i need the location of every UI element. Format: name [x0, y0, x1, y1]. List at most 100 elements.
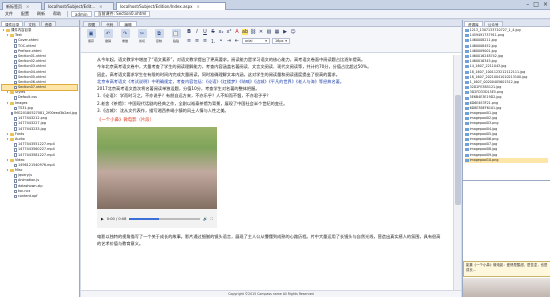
align-left-icon[interactable]: ≡	[186, 38, 192, 44]
image-file-icon	[465, 158, 469, 162]
strikethrough-icon[interactable]: S	[210, 29, 216, 35]
image-file-icon	[465, 70, 469, 74]
save-button[interactable]: ▣ 保存	[84, 29, 98, 49]
align-center-icon[interactable]: ≡	[194, 38, 200, 44]
browser-tab[interactable]: localhost/Subject/Edit... ×	[44, 2, 114, 10]
tab-edit[interactable]: 编辑	[119, 21, 137, 27]
scrollbar-thumb[interactable]	[455, 95, 461, 205]
italic-icon[interactable]: I	[194, 29, 200, 35]
close-icon[interactable]: ×	[26, 4, 29, 9]
current-file-select[interactable]: 当前课件: Section0.xhtml	[93, 11, 151, 17]
folder-icon	[10, 169, 14, 173]
redo-button[interactable]: ↷ 重做	[118, 29, 132, 49]
video-time: 0:00 / 0:08	[106, 216, 127, 221]
expand-icon[interactable]: ▾	[6, 168, 9, 173]
expand-icon[interactable]: ▾	[6, 137, 9, 142]
tab-label: localhost/Subject/Edit...	[48, 4, 96, 9]
unlink-icon[interactable]: ✕	[258, 29, 264, 35]
expand-icon[interactable]: ▾	[6, 33, 9, 38]
volume-icon[interactable]: 🔊	[203, 217, 207, 221]
file-icon	[11, 111, 13, 116]
tree-file[interactable]: content.opf	[2, 194, 77, 199]
tab-public-account[interactable]: 公众号	[483, 21, 503, 27]
close-icon[interactable]: ×	[99, 4, 102, 9]
file-icon	[14, 116, 17, 121]
browser-tab[interactable]: 新标签页 ×	[2, 2, 42, 10]
subscript-icon[interactable]: x₂	[218, 29, 224, 35]
underline-icon[interactable]: U	[202, 29, 208, 35]
outdent-icon[interactable]: ⇤	[234, 38, 240, 44]
paragraph: 1.《论语》：学而时习之，不亦说乎？有朋自远方来，不亦乐乎？人不知而不愠，不亦君…	[97, 93, 271, 99]
folder-icon	[10, 132, 14, 136]
tab-resource-library[interactable]: 资源库	[464, 21, 483, 27]
font-size-select[interactable]: 16px ▾	[272, 38, 290, 44]
redo-icon: ↷	[120, 29, 130, 38]
cut-button[interactable]: ✂ 剪切	[135, 29, 149, 49]
play-icon[interactable]: ▶	[101, 217, 104, 221]
menu-help[interactable]: 帮助	[50, 10, 64, 18]
video-progress[interactable]	[129, 217, 200, 220]
expand-icon[interactable]: ▾	[6, 101, 9, 106]
undo-button[interactable]: ↶ 撤销	[101, 29, 115, 49]
right-panel: 资源库 公众号 1213_1307133710727_1_4.jpg 145949…	[462, 20, 550, 297]
file-icon	[14, 142, 17, 147]
fullscreen-icon[interactable]: ⛶	[210, 217, 213, 221]
video-icon[interactable]: ▶	[282, 29, 288, 35]
tab-resources[interactable]: 资源	[40, 21, 56, 27]
expand-icon[interactable]: ▾	[6, 158, 9, 163]
menu-file[interactable]: 文件	[2, 10, 16, 18]
bold-icon[interactable]: B	[186, 29, 192, 35]
vertical-scrollbar[interactable]	[453, 55, 461, 297]
user-select[interactable]: admin	[71, 11, 92, 17]
list-bullet-icon[interactable]: •	[218, 38, 224, 44]
tab-view[interactable]: 视图	[83, 21, 101, 27]
close-window-icon[interactable]: ×	[543, 1, 548, 8]
resource-item[interactable]: imagepool10.png	[465, 157, 548, 163]
close-icon[interactable]: ×	[197, 4, 200, 9]
image-file-icon	[465, 153, 469, 157]
cut-icon: ✂	[137, 29, 147, 38]
menu-config[interactable]: 配置	[18, 10, 32, 18]
document-content[interactable]: 从今年起，语文教学中增加了“语文素养”，对语文教学提出了更高要求。阅读能力是学习…	[81, 55, 453, 297]
paragraph: 今年北京高考语文卷中，大量考查了学生的阅读理解能力，考查内容涵盖名著阅读、文言文…	[97, 64, 372, 70]
file-icon	[14, 70, 17, 74]
video-frame	[97, 127, 217, 210]
file-icon	[14, 106, 17, 111]
browser-tab-active[interactable]: localhost/Subject/Edition/Index.aspx ×	[116, 2, 226, 10]
indent-icon[interactable]: ⇥	[226, 38, 232, 44]
file-icon	[14, 179, 17, 183]
align-right-icon[interactable]: ≡	[202, 38, 208, 44]
image-file-icon	[465, 122, 469, 126]
menu-refresh[interactable]: 刷新	[34, 10, 48, 18]
folder-icon	[10, 138, 14, 142]
image-file-icon	[465, 148, 469, 152]
font-family-select[interactable]: arial ▾	[242, 38, 270, 44]
video-player[interactable]: ▶ 0:00 / 0:08 🔊 ⛶	[97, 127, 217, 229]
image-file-icon	[465, 65, 469, 69]
paste-button[interactable]: 📋 粘贴	[169, 29, 183, 49]
expand-icon[interactable]: ▾	[6, 90, 9, 95]
folder-icon	[10, 101, 14, 105]
copy-button[interactable]: ⧉ 复制	[152, 29, 166, 49]
expand-icon[interactable]: ▾	[2, 28, 5, 33]
table-icon[interactable]: ▦	[274, 29, 280, 35]
list-ordered-icon[interactable]: ⒈	[210, 38, 216, 45]
file-icon	[14, 59, 17, 64]
image-icon[interactable]: ▧	[266, 29, 272, 35]
file-icon	[14, 54, 17, 59]
tab-directory[interactable]: 课件目录	[1, 21, 24, 27]
maximize-icon[interactable]: □	[533, 1, 539, 8]
link-icon[interactable]: ⛓	[250, 29, 256, 35]
minimize-icon[interactable]: –	[526, 1, 529, 8]
image-file-icon	[465, 132, 469, 136]
highlight-icon[interactable]: ab	[242, 29, 248, 35]
preview-area: 影集《一个小鼻》微电影：爱情是酸甜，是苦涩，也是成长...	[463, 180, 550, 297]
emoji-icon[interactable]: ☺	[290, 29, 296, 35]
file-icon	[14, 122, 17, 126]
tab-label: localhost/Subject/Edition/Index.aspx	[120, 4, 193, 9]
superscript-icon[interactable]: x²	[226, 29, 232, 35]
tab-code[interactable]: 代码	[101, 21, 119, 27]
tab-documents[interactable]: 文档	[24, 21, 40, 27]
format-toolbar: B I U S x₂ x² A ab ⛓ ✕ ▧ ▦ ▶ ☺ ≡ ≡ ≡ ⒈ •	[186, 29, 296, 45]
font-color-icon[interactable]: A	[234, 29, 240, 35]
